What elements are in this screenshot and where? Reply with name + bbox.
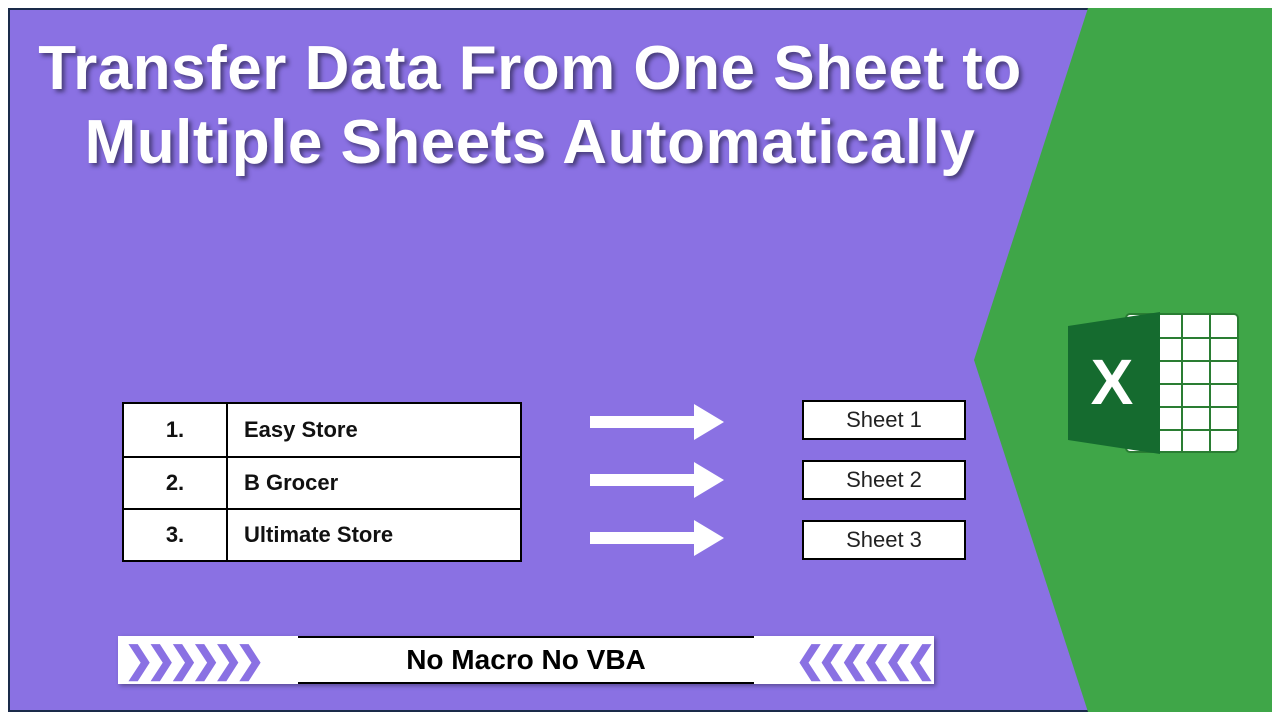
accent-panel: X [972,8,1272,712]
row-name: B Grocer [228,458,520,508]
banner-label: No Macro No VBA [298,636,754,684]
excel-icon: X [1068,308,1248,458]
store-table: 1. Easy Store 2. B Grocer 3. Ultimate St… [122,402,522,562]
svg-text:X: X [1091,346,1134,418]
sheet-box: Sheet 1 [802,400,966,440]
arrow-icon [590,470,730,490]
chevron-left-strip: ❯❯❯❯❯❯ [118,636,298,684]
table-row: 1. Easy Store [124,404,520,456]
row-number: 3. [124,510,228,560]
arrow-icon [590,528,730,548]
main-title: Transfer Data From One Sheet to Multiple… [10,32,1050,181]
chevron-right-icon: ❯❯❯❯❯❯ [124,639,257,681]
chevron-right-strip: ❮❮❮❮❮❮ [754,636,934,684]
table-row: 2. B Grocer [124,456,520,508]
row-number: 1. [124,404,228,456]
bottom-banner: ❯❯❯❯❯❯ No Macro No VBA ❮❮❮❮❮❮ [118,636,934,684]
sheet-box: Sheet 3 [802,520,966,560]
sheet-box: Sheet 2 [802,460,966,500]
arrow-icon [590,412,730,432]
row-name: Easy Store [228,404,520,456]
chevron-left-icon: ❮❮❮❮❮❮ [795,639,928,681]
row-number: 2. [124,458,228,508]
row-name: Ultimate Store [228,510,520,560]
table-row: 3. Ultimate Store [124,508,520,560]
